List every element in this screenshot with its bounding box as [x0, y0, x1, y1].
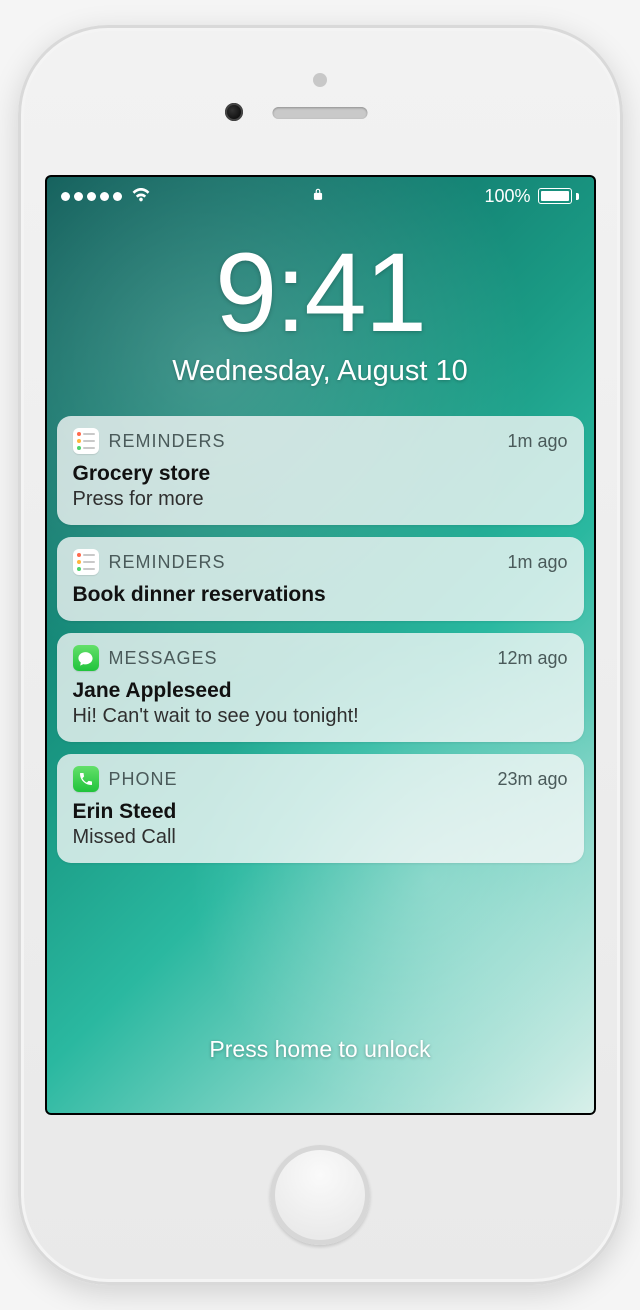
notification-timestamp: 1m ago: [507, 431, 567, 452]
notification-card[interactable]: PHONE 23m ago Erin Steed Missed Call: [57, 754, 584, 863]
signal-dots-icon: [61, 192, 122, 201]
earpiece-speaker: [273, 107, 368, 119]
notification-title: Erin Steed: [73, 800, 568, 824]
reminders-app-icon: [73, 428, 99, 454]
notification-timestamp: 1m ago: [507, 552, 567, 573]
proximity-sensor: [313, 73, 327, 87]
notification-card[interactable]: REMINDERS 1m ago Grocery store Press for…: [57, 416, 584, 525]
wifi-icon: [130, 183, 152, 210]
notification-timestamp: 23m ago: [497, 769, 567, 790]
notification-app-name: REMINDERS: [109, 552, 498, 573]
notification-title: Jane Appleseed: [73, 679, 568, 703]
lock-icon: [311, 185, 325, 208]
front-camera: [225, 103, 243, 121]
status-bar: 100%: [45, 175, 596, 211]
messages-app-icon: [73, 645, 99, 671]
reminders-app-icon: [73, 549, 99, 575]
lock-screen[interactable]: 100% 9:41 Wednesday, August 10: [45, 175, 596, 1115]
notification-body: Missed Call: [73, 826, 568, 849]
date-display: Wednesday, August 10: [45, 355, 596, 388]
battery-icon: [538, 188, 579, 204]
notification-app-name: MESSAGES: [109, 648, 488, 669]
notification-timestamp: 12m ago: [497, 648, 567, 669]
unlock-hint: Press home to unlock: [45, 1036, 596, 1063]
notification-title: Book dinner reservations: [73, 583, 568, 607]
phone-app-icon: [73, 766, 99, 792]
notification-app-name: PHONE: [109, 769, 488, 790]
lock-screen-clock: 9:41 Wednesday, August 10: [45, 237, 596, 388]
time-display: 9:41: [45, 237, 596, 349]
phone-device-frame: 100% 9:41 Wednesday, August 10: [18, 25, 623, 1285]
notification-body: Hi! Can't wait to see you tonight!: [73, 705, 568, 728]
notification-app-name: REMINDERS: [109, 431, 498, 452]
notification-body: Press for more: [73, 488, 568, 511]
notification-card[interactable]: MESSAGES 12m ago Jane Appleseed Hi! Can'…: [57, 633, 584, 742]
home-button[interactable]: [270, 1145, 370, 1245]
notification-card[interactable]: REMINDERS 1m ago Book dinner reservation…: [57, 537, 584, 621]
notification-title: Grocery store: [73, 462, 568, 486]
battery-percent: 100%: [484, 186, 530, 207]
notifications-list[interactable]: REMINDERS 1m ago Grocery store Press for…: [57, 416, 584, 863]
